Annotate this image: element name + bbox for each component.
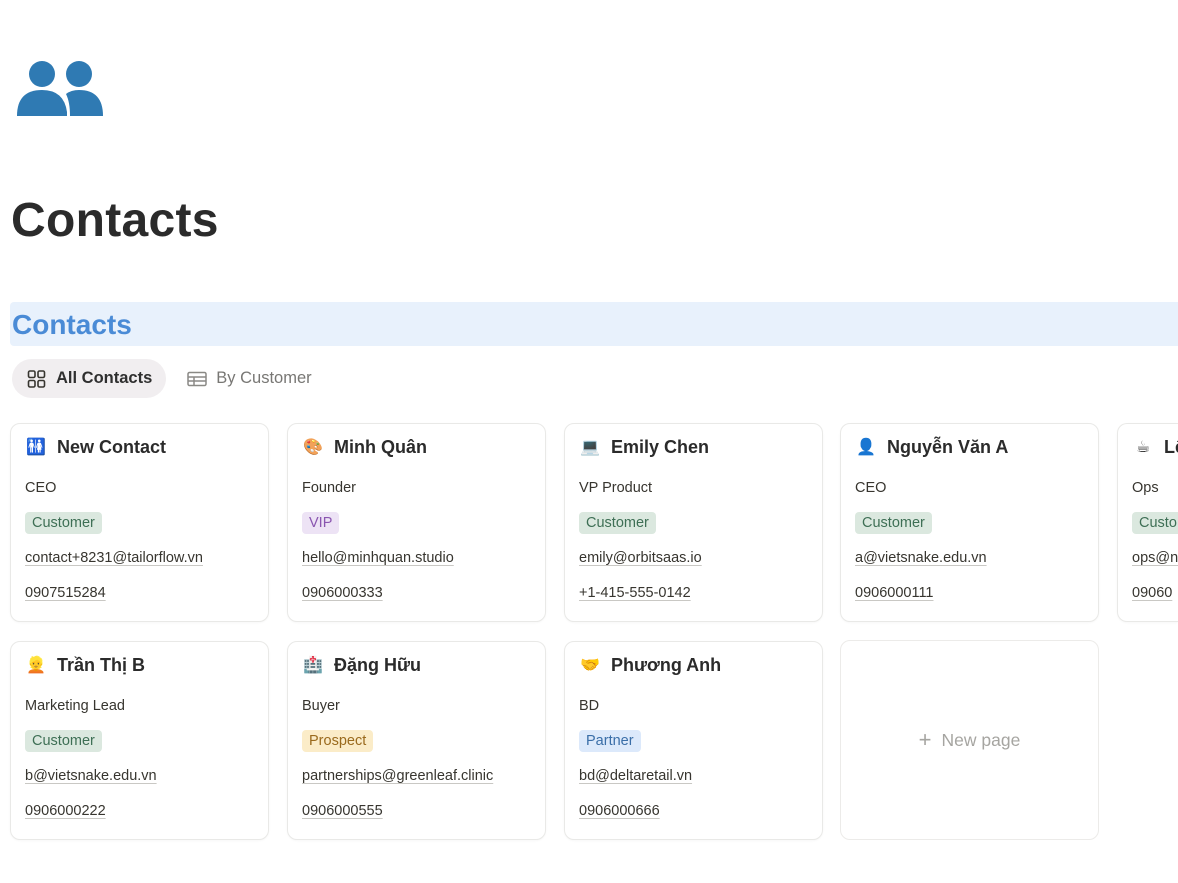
new-page-label: New page — [941, 729, 1021, 750]
restroom-icon: 🚻 — [26, 437, 46, 456]
email-link[interactable]: a@vietsnake.edu.vn — [855, 550, 987, 566]
status-badge: VIP — [302, 512, 340, 534]
blond-person-icon: 👱 — [26, 655, 46, 674]
contact-card[interactable]: 🏥 Đặng Hữu Buyer Prospect partnerships@gr… — [287, 641, 546, 840]
phone-link[interactable]: 0906000333 — [302, 585, 383, 601]
status-badge: Customer — [855, 512, 932, 534]
tab-all-contacts[interactable]: All Contacts — [12, 359, 167, 398]
contact-card[interactable]: 👤 Nguyễn Văn A CEO Customer a@vietsnake.e… — [840, 423, 1099, 622]
card-title: New Contact — [57, 436, 167, 457]
coffee-icon: ☕ — [1135, 437, 1151, 456]
email-link[interactable]: emily@orbitsaas.io — [579, 550, 702, 566]
role: Founder — [302, 480, 357, 496]
email-link[interactable]: ops@n — [1132, 550, 1178, 566]
contact-card[interactable]: 🎨 Minh Quân Founder VIP hello@minhquan.st… — [287, 423, 546, 622]
role: CEO — [25, 480, 57, 496]
people-icon[interactable] — [16, 60, 104, 118]
card-title: Minh Quân — [334, 436, 427, 457]
plus-icon: + — [918, 727, 932, 752]
database-header: Contacts — [10, 302, 1178, 346]
contact-card[interactable]: 🚻 New Contact CEO Customer contact+8231@t… — [10, 423, 269, 622]
role: VP Product — [579, 480, 653, 496]
phone-link[interactable]: +1-415-555-0142 — [579, 585, 691, 601]
status-badge: Customer — [25, 512, 102, 534]
card-title: Đặng Hữu — [334, 654, 422, 675]
status-badge: Prospect — [302, 730, 374, 752]
status-badge: Customer — [25, 730, 102, 752]
contact-card[interactable]: 👱 Trần Thị B Marketing Lead Customer b@vi… — [10, 641, 269, 840]
card-title: Lê — [1164, 436, 1178, 457]
status-badge: Customer — [579, 512, 656, 534]
gallery-icon — [27, 369, 47, 388]
card-title: Phương Anh — [611, 654, 722, 675]
table-icon — [187, 371, 208, 387]
phone-link[interactable]: 09060 — [1132, 585, 1172, 601]
email-link[interactable]: contact+8231@tailorflow.vn — [25, 550, 203, 566]
new-page-button[interactable]: + New page — [840, 640, 1099, 840]
email-link[interactable]: bd@deltaretail.vn — [579, 768, 692, 784]
email-link[interactable]: partnerships@greenleaf.clinic — [302, 768, 493, 784]
page-title: Contacts — [11, 194, 219, 247]
card-title: Emily Chen — [611, 436, 710, 457]
email-link[interactable]: hello@minhquan.studio — [302, 550, 454, 566]
laptop-icon: 💻 — [580, 437, 600, 456]
handshake-icon: 🤝 — [580, 655, 600, 674]
hospital-icon: 🏥 — [303, 655, 323, 674]
card-title: Trần Thị B — [57, 654, 146, 675]
role: CEO — [855, 480, 887, 496]
person-icon: 👤 — [856, 437, 876, 456]
role: Ops — [1132, 480, 1159, 496]
phone-link[interactable]: 0906000666 — [579, 803, 660, 819]
view-tabs: All Contacts By Customer — [12, 359, 326, 398]
contact-card[interactable]: 🤝 Phương Anh BD Partner bd@deltaretail.vn… — [564, 641, 823, 840]
role: BD — [579, 698, 600, 714]
tab-label: All Contacts — [56, 369, 153, 387]
status-badge: Partner — [579, 730, 641, 752]
phone-link[interactable]: 0906000111 — [855, 585, 934, 601]
palette-icon: 🎨 — [303, 437, 323, 456]
phone-link[interactable]: 0906000222 — [25, 803, 106, 819]
phone-link[interactable]: 0906000555 — [302, 803, 383, 819]
role: Buyer — [302, 698, 340, 714]
contact-card[interactable]: 💻 Emily Chen VP Product Customer emily@or… — [564, 423, 823, 622]
card-title: Nguyễn Văn A — [887, 436, 1009, 457]
email-link[interactable]: b@vietsnake.edu.vn — [25, 768, 157, 784]
tab-by-customer[interactable]: By Customer — [172, 359, 325, 398]
tab-label: By Customer — [216, 369, 312, 387]
role: Marketing Lead — [25, 698, 125, 714]
database-title[interactable]: Contacts — [12, 309, 132, 341]
phone-link[interactable]: 0907515284 — [25, 585, 106, 601]
contact-card[interactable]: ☕ Lê Ops Custo ops@n 09060 — [1117, 423, 1178, 622]
status-badge: Custo — [1132, 512, 1178, 534]
